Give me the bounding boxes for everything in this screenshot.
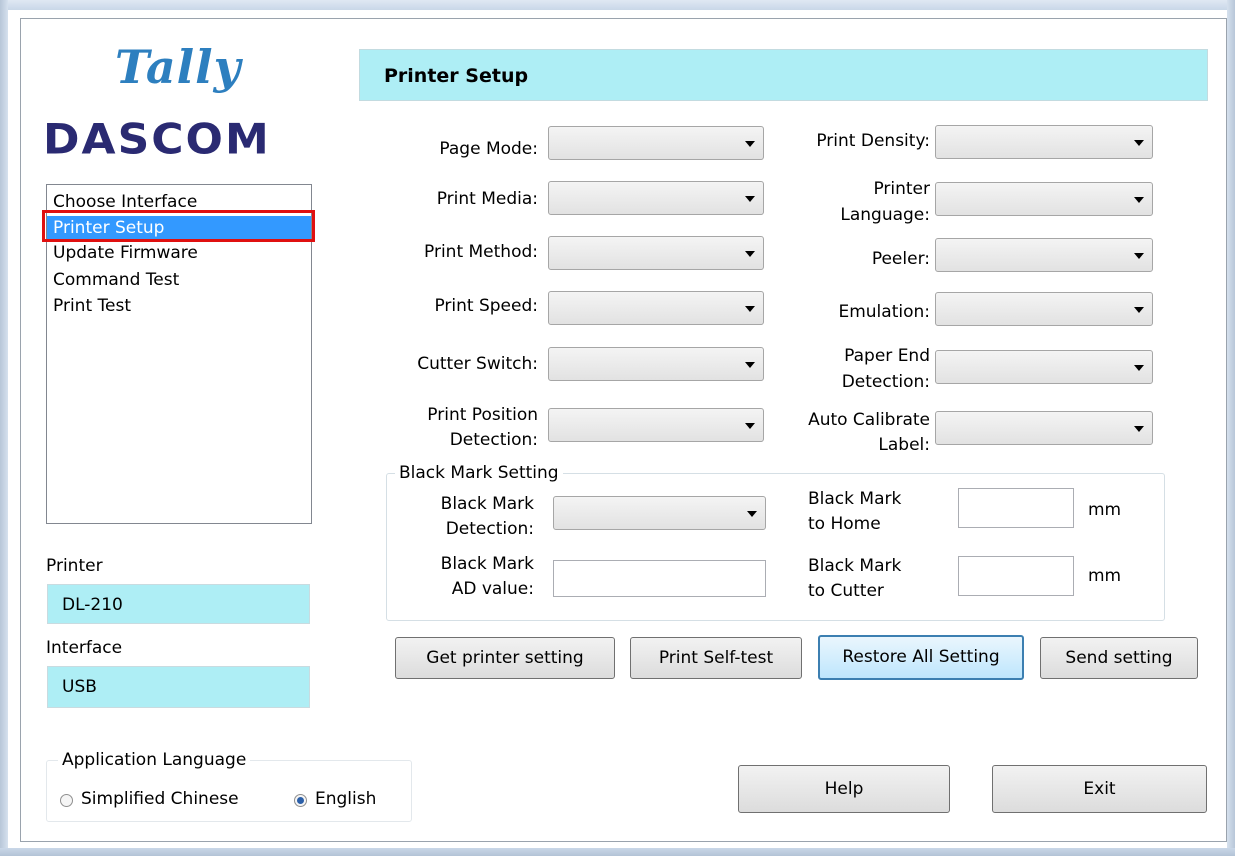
window-right-border [1227, 0, 1235, 856]
print-method-select[interactable] [548, 236, 764, 270]
paper-end-select[interactable] [935, 350, 1153, 384]
print-media-select[interactable] [548, 181, 764, 215]
chevron-down-icon [747, 511, 757, 517]
dascom-logo: DASCOM [43, 115, 271, 164]
print-speed-label: Print Speed: [434, 296, 538, 316]
black-mark-cutter-unit: mm [1088, 566, 1122, 586]
paper-end-label-line2: Detection: [841, 372, 930, 392]
radio-english-label[interactable]: English [315, 789, 376, 809]
print-speed-select[interactable] [548, 291, 764, 325]
printer-language-label-line1: Printer [873, 179, 930, 199]
printer-label: Printer [46, 556, 103, 576]
emulation-select[interactable] [935, 292, 1153, 326]
window-left-border [0, 0, 8, 856]
chevron-down-icon [1134, 426, 1144, 432]
help-button[interactable]: Help [738, 765, 950, 813]
black-mark-detection-select[interactable] [553, 496, 766, 530]
black-mark-cutter-label-line1: Black Mark [808, 556, 902, 576]
print-method-label: Print Method: [424, 242, 538, 262]
exit-button[interactable]: Exit [992, 765, 1207, 813]
window-top-border [0, 0, 1235, 10]
chevron-down-icon [1134, 197, 1144, 203]
chevron-down-icon [1134, 365, 1144, 371]
print-position-select[interactable] [548, 408, 764, 442]
printer-language-select[interactable] [935, 182, 1153, 216]
chevron-down-icon [1134, 253, 1144, 259]
printer-value: DL-210 [47, 584, 310, 624]
nav-item-print-test[interactable]: Print Test [53, 295, 131, 317]
auto-calibrate-label-line1: Auto Calibrate [808, 410, 930, 430]
chevron-down-icon [745, 196, 755, 202]
restore-all-setting-button[interactable]: Restore All Setting [818, 635, 1024, 680]
print-position-label-line1: Print Position [427, 405, 538, 425]
black-mark-cutter-input[interactable] [958, 556, 1074, 596]
black-mark-title: Black Mark Setting [395, 463, 563, 483]
black-mark-home-input[interactable] [958, 488, 1074, 528]
chevron-down-icon [745, 141, 755, 147]
chevron-down-icon [1134, 140, 1144, 146]
emulation-label: Emulation: [838, 302, 930, 322]
get-printer-setting-button[interactable]: Get printer setting [395, 637, 615, 679]
page-mode-select[interactable] [548, 126, 764, 160]
print-media-label: Print Media: [436, 189, 538, 209]
radio-simplified-chinese[interactable] [60, 794, 73, 807]
print-position-label-line2: Detection: [449, 430, 538, 450]
black-mark-ad-label-line1: Black Mark [440, 554, 534, 574]
black-mark-home-label-line2: to Home [808, 514, 881, 534]
nav-item-update-firmware[interactable]: Update Firmware [53, 242, 198, 264]
black-mark-ad-label-line2: AD value: [451, 579, 534, 599]
nav-item-command-test[interactable]: Command Test [53, 269, 179, 291]
chevron-down-icon [1134, 307, 1144, 313]
chevron-down-icon [745, 423, 755, 429]
cutter-switch-select[interactable] [548, 347, 764, 381]
black-mark-ad-input[interactable] [553, 560, 766, 597]
print-density-label: Print Density: [816, 131, 930, 151]
interface-value: USB [47, 666, 310, 708]
auto-calibrate-select[interactable] [935, 411, 1153, 445]
chevron-down-icon [745, 251, 755, 257]
selection-highlight-box [42, 210, 315, 242]
window-bottom-border [0, 848, 1235, 856]
chevron-down-icon [745, 362, 755, 368]
page-title: Printer Setup [359, 49, 1208, 101]
black-mark-detection-label-line1: Black Mark [440, 494, 534, 514]
peeler-select[interactable] [935, 238, 1153, 272]
print-density-select[interactable] [935, 125, 1153, 159]
auto-calibrate-label-line2: Label: [878, 435, 930, 455]
page-mode-label: Page Mode: [439, 139, 538, 159]
radio-simplified-chinese-label[interactable]: Simplified Chinese [81, 789, 239, 809]
paper-end-label-line1: Paper End [844, 346, 930, 366]
cutter-switch-label: Cutter Switch: [417, 354, 538, 374]
chevron-down-icon [745, 306, 755, 312]
black-mark-detection-label-line2: Detection: [445, 519, 534, 539]
send-setting-button[interactable]: Send setting [1040, 637, 1198, 679]
app-language-title: Application Language [58, 750, 251, 770]
black-mark-home-unit: mm [1088, 500, 1122, 520]
printer-language-label-line2: Language: [840, 205, 930, 225]
peeler-label: Peeler: [871, 249, 930, 269]
tally-logo: Tally [115, 40, 242, 94]
interface-label: Interface [46, 638, 123, 658]
radio-english[interactable] [294, 794, 307, 807]
black-mark-cutter-label-line2: to Cutter [808, 581, 884, 601]
black-mark-home-label-line1: Black Mark [808, 489, 902, 509]
print-self-test-button[interactable]: Print Self-test [630, 637, 802, 679]
